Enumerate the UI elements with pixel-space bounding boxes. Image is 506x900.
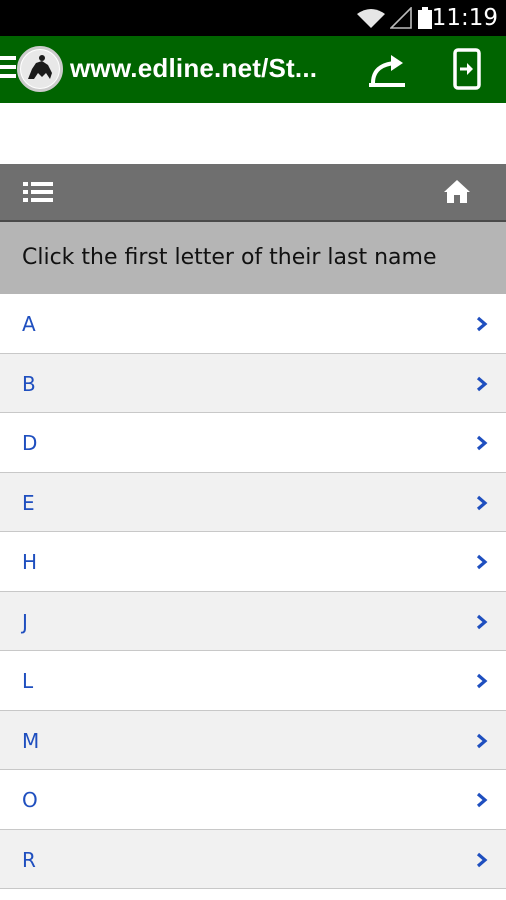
list-item-a[interactable]: A [0,294,506,354]
chevron-right-icon [476,376,488,391]
list-item-o[interactable]: O [0,770,506,830]
share-icon[interactable] [365,49,409,89]
list-item-r[interactable]: R [0,829,506,889]
list-item-e[interactable]: E [0,472,506,532]
chevron-right-icon [476,852,488,867]
list-item-letter: A [22,312,36,336]
wifi-icon [357,9,385,28]
list-item-m[interactable]: M [0,710,506,770]
list-item-letter: O [22,788,38,812]
page-spacer [0,103,506,164]
site-logo-icon [17,46,63,92]
open-in-app-icon[interactable] [452,48,482,90]
list-item-l[interactable]: L [0,651,506,711]
list-item-letter: E [22,490,35,515]
chevron-right-icon [476,733,488,748]
signal-icon [390,7,412,29]
list-item-h[interactable]: H [0,532,506,592]
instructions-header: Click the first letter of their last nam… [0,222,506,294]
list-item-letter: B [22,371,36,396]
url-text[interactable]: www.edline.net/St... [70,53,317,84]
list-icon[interactable] [23,180,53,204]
menu-icon[interactable] [0,56,16,80]
home-icon[interactable] [443,178,471,204]
status-time: 11:19 [431,5,498,31]
battery-icon [418,7,432,29]
list-item-letter: H [22,550,38,574]
chevron-right-icon [476,614,488,629]
list-item-letter: R [22,847,36,872]
list-item-d[interactable]: D [0,413,506,473]
chevron-right-icon [476,316,488,332]
list-item-letter: L [22,669,34,693]
letter-list: A B D E H J L M O R [0,294,506,889]
chevron-right-icon [476,495,488,510]
list-item-j[interactable]: J [0,591,506,651]
chevron-right-icon [476,435,488,451]
list-item-letter: J [22,609,28,634]
app-bar: www.edline.net/St... [0,36,506,103]
chevron-right-icon [476,792,488,808]
list-item-b[interactable]: B [0,353,506,413]
list-item-letter: M [22,728,40,753]
list-item-letter: D [22,431,38,455]
status-bar: 11:19 [0,0,506,36]
page-toolbar [0,164,506,222]
chevron-right-icon [476,673,488,689]
chevron-right-icon [476,554,488,570]
instructions-text: Click the first letter of their last nam… [22,245,437,270]
